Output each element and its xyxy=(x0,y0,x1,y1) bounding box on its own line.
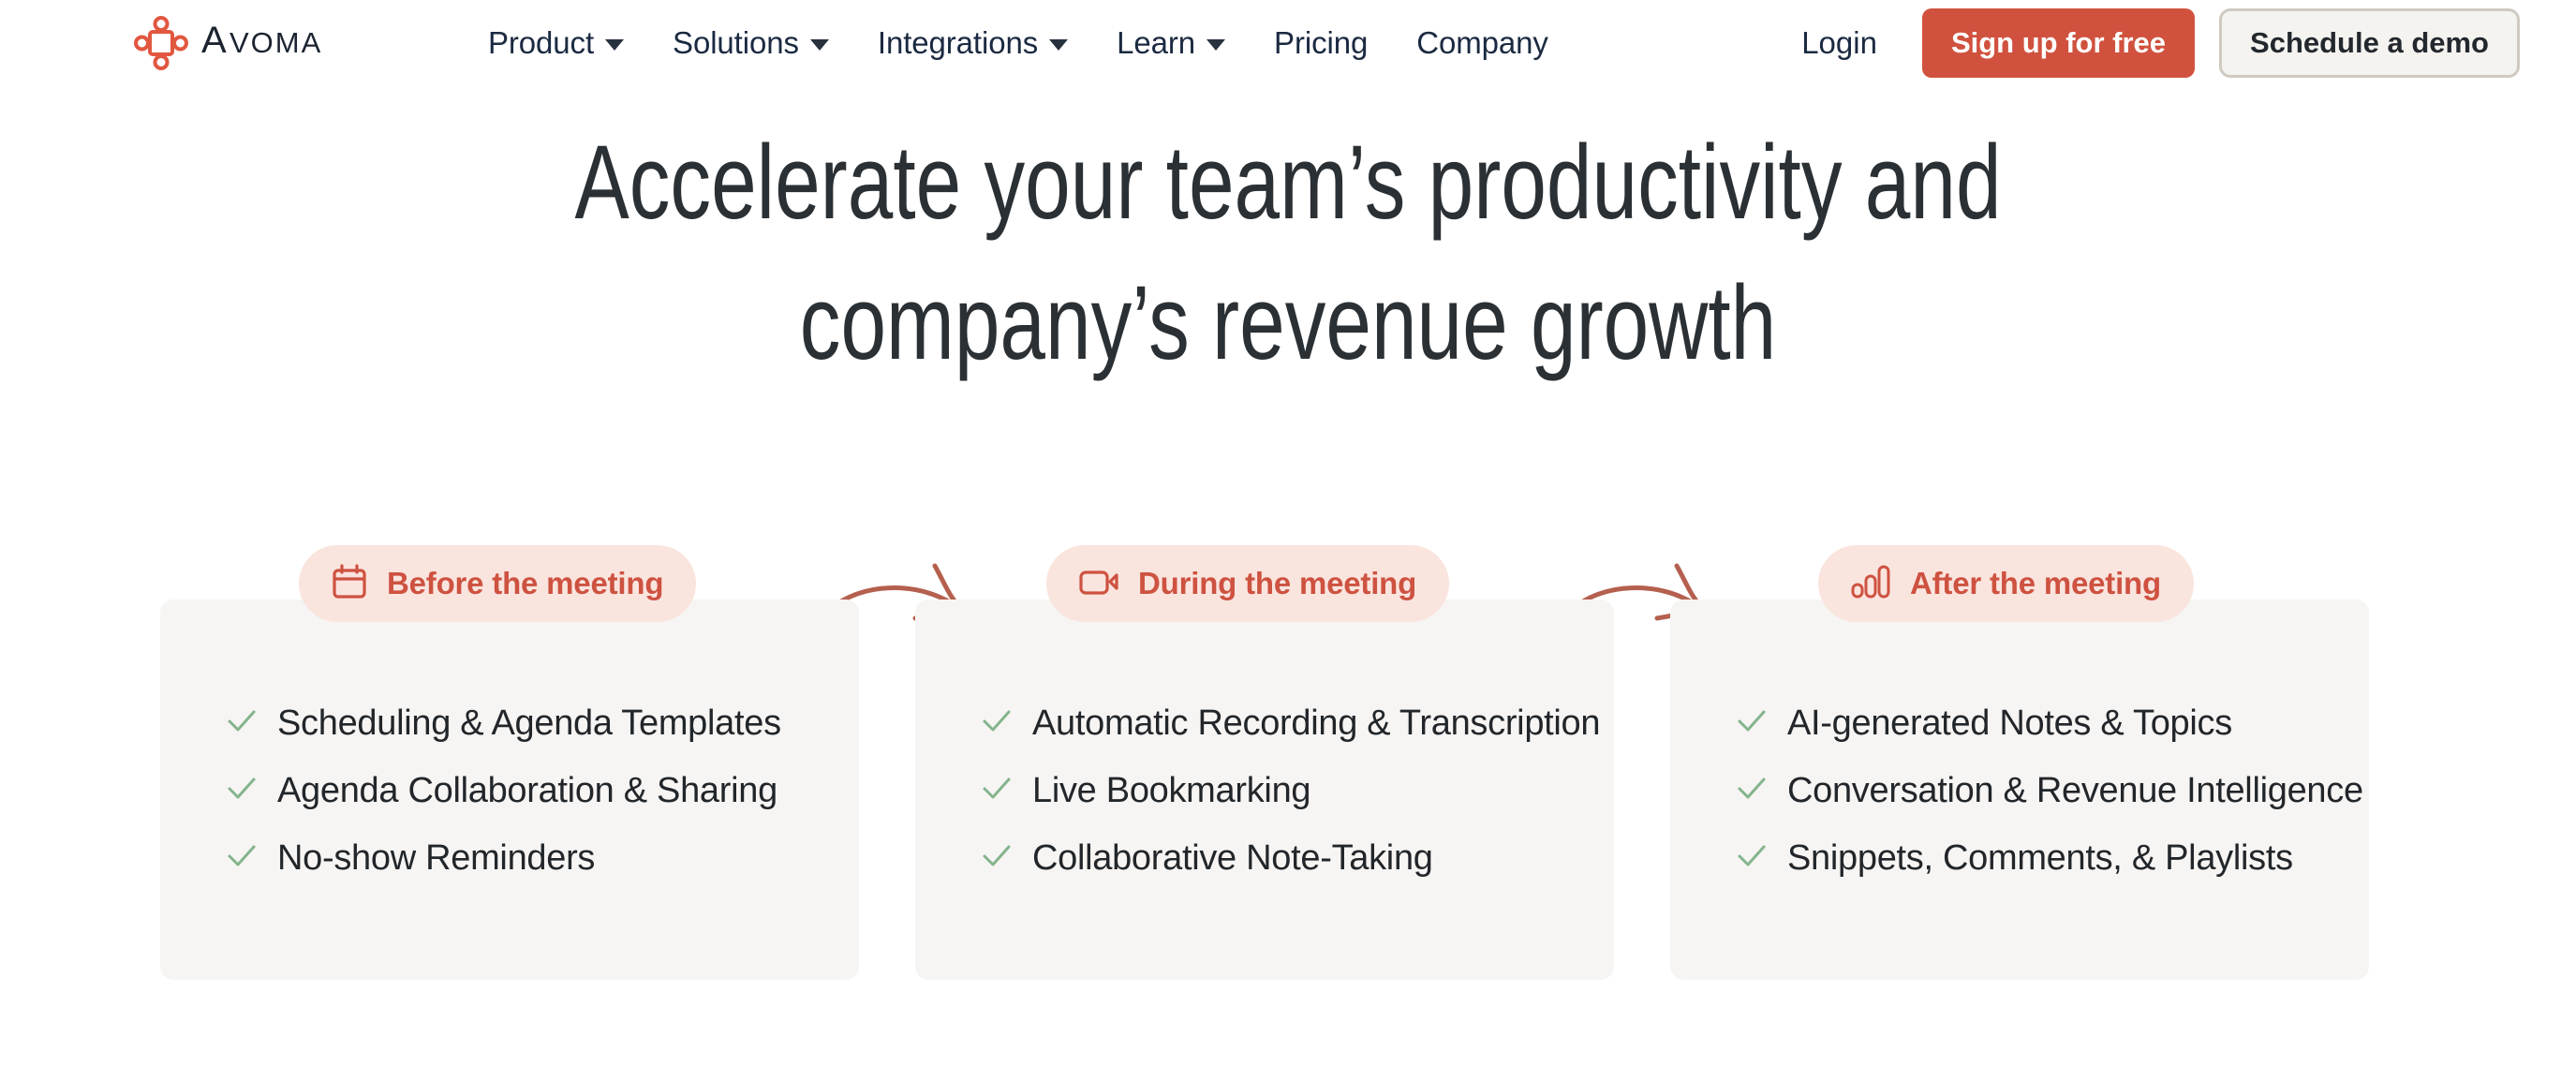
chevron-down-icon xyxy=(1049,39,1068,51)
stage-badge-after[interactable]: After the meeting xyxy=(1818,545,2194,622)
feature-label: Snippets, Comments, & Playlists xyxy=(1787,838,2293,879)
list-item: No-show Reminders xyxy=(226,824,859,892)
avoma-wordmark: A VOMA xyxy=(201,22,375,65)
list-item: Conversation & Revenue Intelligence xyxy=(1736,757,2369,824)
login-link[interactable]: Login xyxy=(1775,25,1903,61)
card-after-the-meeting: After the meeting AI-generated Notes & T… xyxy=(1670,600,2369,980)
chevron-down-icon xyxy=(810,39,829,51)
feature-label: Automatic Recording & Transcription xyxy=(1032,703,1600,744)
nav-item-label: Product xyxy=(488,25,594,61)
meeting-stages-cards: Before the meeting Scheduling & Agenda T… xyxy=(160,600,2371,980)
nav-item-pricing[interactable]: Pricing xyxy=(1250,25,1392,61)
svg-text:VOMA: VOMA xyxy=(229,26,322,59)
feature-label: Collaborative Note-Taking xyxy=(1032,838,1433,879)
check-icon xyxy=(226,773,258,809)
video-camera-icon xyxy=(1077,562,1120,606)
feature-list: Automatic Recording & Transcription Live… xyxy=(915,689,1614,892)
check-icon xyxy=(226,705,258,742)
feature-label: Live Bookmarking xyxy=(1032,771,1310,811)
stage-badge-before[interactable]: Before the meeting xyxy=(299,545,696,622)
nav-actions: Login Sign up for free Schedule a demo xyxy=(1775,8,2520,78)
chevron-down-icon xyxy=(1207,39,1225,51)
feature-list: AI-generated Notes & Topics Conversation… xyxy=(1670,689,2369,892)
schedule-demo-button[interactable]: Schedule a demo xyxy=(2219,8,2520,78)
bar-chart-icon xyxy=(1849,562,1892,606)
nav-item-company[interactable]: Company xyxy=(1392,25,1573,61)
logo-home-link[interactable]: A VOMA xyxy=(134,16,375,70)
chevron-down-icon xyxy=(605,39,624,51)
nav-item-label: Integrations xyxy=(878,25,1038,61)
card-before-the-meeting: Before the meeting Scheduling & Agenda T… xyxy=(160,600,859,980)
nav-item-label: Solutions xyxy=(673,25,799,61)
feature-label: AI-generated Notes & Topics xyxy=(1787,703,2232,744)
list-item: Live Bookmarking xyxy=(981,757,1614,824)
nav-item-product[interactable]: Product xyxy=(464,25,648,61)
list-item: Automatic Recording & Transcription xyxy=(981,689,1614,757)
check-icon xyxy=(981,840,1013,877)
list-item: AI-generated Notes & Topics xyxy=(1736,689,2369,757)
svg-text:A: A xyxy=(201,22,228,60)
calendar-icon xyxy=(330,562,369,606)
check-icon xyxy=(1736,840,1768,877)
list-item: Collaborative Note-Taking xyxy=(981,824,1614,892)
feature-label: Scheduling & Agenda Templates xyxy=(277,703,781,744)
feature-list: Scheduling & Agenda Templates Agenda Col… xyxy=(160,689,859,892)
check-icon xyxy=(981,705,1013,742)
nav-item-learn[interactable]: Learn xyxy=(1092,25,1250,61)
list-item: Snippets, Comments, & Playlists xyxy=(1736,824,2369,892)
check-icon xyxy=(981,773,1013,809)
sign-up-button[interactable]: Sign up for free xyxy=(1922,8,2195,78)
feature-label: Agenda Collaboration & Sharing xyxy=(277,771,777,811)
stage-badge-during[interactable]: During the meeting xyxy=(1046,545,1449,622)
check-icon xyxy=(226,840,258,877)
feature-label: No-show Reminders xyxy=(277,838,595,879)
stage-badge-label: After the meeting xyxy=(1910,566,2161,601)
page-title: Accelerate your team’s productivity and … xyxy=(284,112,2293,393)
list-item: Scheduling & Agenda Templates xyxy=(226,689,859,757)
stage-badge-label: During the meeting xyxy=(1138,566,1416,601)
stage-badge-label: Before the meeting xyxy=(387,566,663,601)
list-item: Agenda Collaboration & Sharing xyxy=(226,757,859,824)
avoma-molecule-icon xyxy=(134,16,188,70)
nav-item-label: Pricing xyxy=(1274,25,1368,61)
top-navigation-bar: A VOMA Product Solutions Integrations Le… xyxy=(0,0,2576,86)
feature-label: Conversation & Revenue Intelligence xyxy=(1787,771,2363,811)
check-icon xyxy=(1736,773,1768,809)
primary-nav-links: Product Solutions Integrations Learn Pri… xyxy=(464,25,1573,61)
nav-item-solutions[interactable]: Solutions xyxy=(648,25,853,61)
check-icon xyxy=(1736,705,1768,742)
card-during-the-meeting: During the meeting Automatic Recording &… xyxy=(915,600,1614,980)
nav-item-label: Company xyxy=(1416,25,1548,61)
nav-item-integrations[interactable]: Integrations xyxy=(853,25,1092,61)
nav-item-label: Learn xyxy=(1117,25,1195,61)
